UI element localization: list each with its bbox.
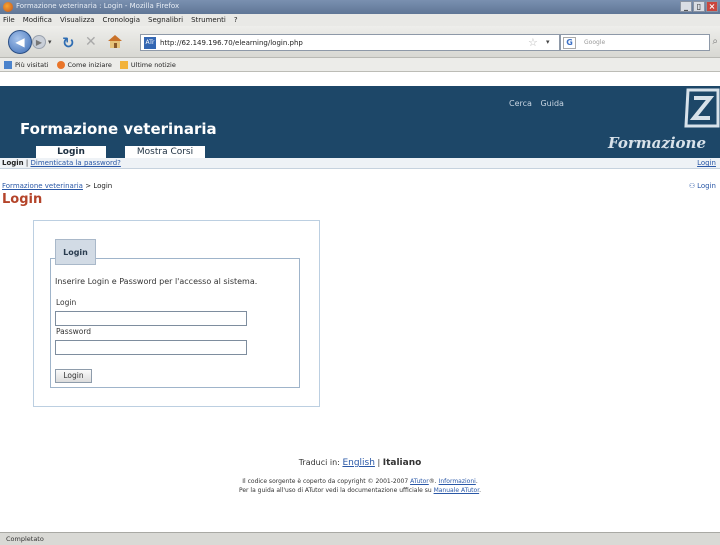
language-english-link[interactable]: English	[342, 458, 375, 468]
bookmark-piu-visitati[interactable]: Più visitati	[4, 60, 49, 69]
window-controls: _ ▯ ×	[680, 1, 718, 12]
menu-file[interactable]: File	[3, 16, 15, 24]
atutor-manual-link[interactable]: Manuale ATutor	[434, 487, 480, 494]
login-field-label: Login	[56, 298, 77, 307]
status-bar: Completato	[0, 532, 720, 545]
breadcrumb: Formazione veterinaria > Login ⚇ Login	[0, 182, 720, 190]
menu-cronologia[interactable]: Cronologia	[102, 16, 140, 24]
logo-icon	[684, 88, 720, 128]
bookmark-label: Come iniziare	[67, 60, 112, 69]
search-icon[interactable]: ⌕	[712, 36, 718, 47]
breadcrumb-login-link[interactable]: ⚇ Login	[689, 182, 716, 190]
menu-modifica[interactable]: Modifica	[23, 16, 52, 24]
login-field[interactable]	[55, 311, 247, 326]
history-dropdown-icon[interactable]: ▾	[48, 38, 52, 46]
forward-icon[interactable]: ▶	[32, 35, 46, 49]
bookmark-folder-icon	[4, 60, 12, 69]
site-favicon-icon: ATr	[144, 36, 156, 49]
logo-text: Formazione	[608, 134, 706, 152]
tab-login[interactable]: Login	[36, 146, 106, 158]
menu-bar: File Modifica Visualizza Cronologia Segn…	[0, 14, 720, 26]
help-link[interactable]: Guida	[540, 99, 563, 108]
menu-segnalibri[interactable]: Segnalibri	[148, 16, 183, 24]
firefox-icon	[3, 2, 13, 12]
subnav-separator: |	[25, 159, 29, 167]
login-submit-button[interactable]: Login	[55, 369, 92, 383]
bookmark-label: Ultime notizie	[130, 60, 176, 69]
window-titlebar: Formazione veterinaria : Login - Mozilla…	[0, 0, 720, 14]
password-field[interactable]	[55, 340, 247, 355]
star-icon[interactable]: ☆	[528, 36, 538, 49]
period: .	[479, 487, 482, 494]
back-icon[interactable]: ◀	[8, 30, 32, 54]
stop-icon[interactable]: ✕	[85, 34, 97, 50]
search-placeholder: Google	[584, 39, 606, 46]
atutor-link[interactable]: ATutor	[410, 478, 429, 485]
login-instructions: Inserire Login e Password per l'accesso …	[55, 277, 258, 286]
breadcrumb-right-label: Login	[697, 182, 716, 190]
status-text: Completato	[6, 535, 44, 543]
trademark-mark: ®.	[428, 478, 437, 485]
password-field-label: Password	[56, 327, 92, 336]
users-icon: ⚇	[688, 182, 696, 190]
reload-icon[interactable]: ↻	[62, 34, 75, 52]
site-title: Formazione veterinaria	[20, 120, 217, 138]
maximize-button[interactable]: ▯	[693, 1, 705, 12]
breadcrumb-separator: >	[85, 182, 92, 190]
bookmark-come-iniziare[interactable]: Come iniziare	[56, 60, 112, 69]
address-text[interactable]: http://62.149.196.70/elearning/login.php	[160, 39, 303, 47]
header-links: Cerca Guida	[509, 99, 570, 108]
subnav-current: Login	[2, 159, 24, 167]
copyright-line-1: Il codice sorgente è coperto da copyrigh…	[0, 477, 720, 486]
language-current: Italiano	[382, 458, 422, 468]
minimize-button[interactable]: _	[680, 1, 692, 12]
language-selector: Traduci in: English | Italiano	[0, 458, 720, 468]
bookmark-ultime-notizie[interactable]: Ultime notizie	[119, 60, 176, 69]
home-icon[interactable]	[107, 34, 123, 48]
address-bar[interactable]: ATr http://62.149.196.70/elearning/login…	[140, 34, 560, 51]
forgot-password-link[interactable]: Dimenticata la password?	[31, 159, 121, 167]
bookmark-label: Più visitati	[15, 60, 49, 69]
search-box[interactable]: G Google	[560, 34, 710, 51]
close-button[interactable]: ×	[706, 1, 718, 12]
copyright-line-2: Per la guida all'uso di ATutor vedi la d…	[0, 486, 720, 495]
menu-visualizza[interactable]: Visualizza	[60, 16, 94, 24]
documentation-text: Per la guida all'uso di ATutor vedi la d…	[238, 487, 432, 494]
site-header: Cerca Guida Formazione veterinaria Forma…	[0, 86, 720, 158]
tab-mostra-corsi[interactable]: Mostra Corsi	[125, 146, 205, 158]
firefox-bookmark-icon	[56, 60, 65, 69]
navigation-toolbar: ◀ ▶ ▾ ↻ ✕ ATr http://62.149.196.70/elear…	[0, 26, 720, 58]
rss-feed-icon	[119, 60, 128, 69]
breadcrumb-root-link[interactable]: Formazione veterinaria	[2, 182, 83, 190]
menu-help[interactable]: ?	[234, 16, 238, 24]
login-legend: Login	[55, 239, 96, 265]
url-dropdown-icon[interactable]: ▾	[546, 38, 550, 46]
breadcrumb-current: Login	[93, 182, 113, 190]
translate-label: Traduci in:	[298, 458, 340, 467]
sub-navigation: Login | Dimenticata la password? Login	[0, 158, 720, 169]
search-link[interactable]: Cerca	[509, 99, 532, 108]
copyright-text: Il codice sorgente è coperto da copyrigh…	[242, 478, 409, 485]
period: .	[475, 478, 478, 485]
bookmarks-toolbar: Più visitati Come iniziare Ultime notizi…	[0, 58, 720, 72]
menu-strumenti[interactable]: Strumenti	[191, 16, 226, 24]
subnav-login-link[interactable]: Login	[697, 158, 716, 168]
search-engine-icon[interactable]: G	[563, 36, 576, 49]
window-title: Formazione veterinaria : Login - Mozilla…	[16, 2, 180, 10]
language-separator: |	[377, 458, 381, 467]
copyright-notice: Il codice sorgente è coperto da copyrigh…	[0, 477, 720, 495]
page-title: Login	[2, 192, 43, 207]
information-link[interactable]: Informazioni	[439, 478, 476, 485]
